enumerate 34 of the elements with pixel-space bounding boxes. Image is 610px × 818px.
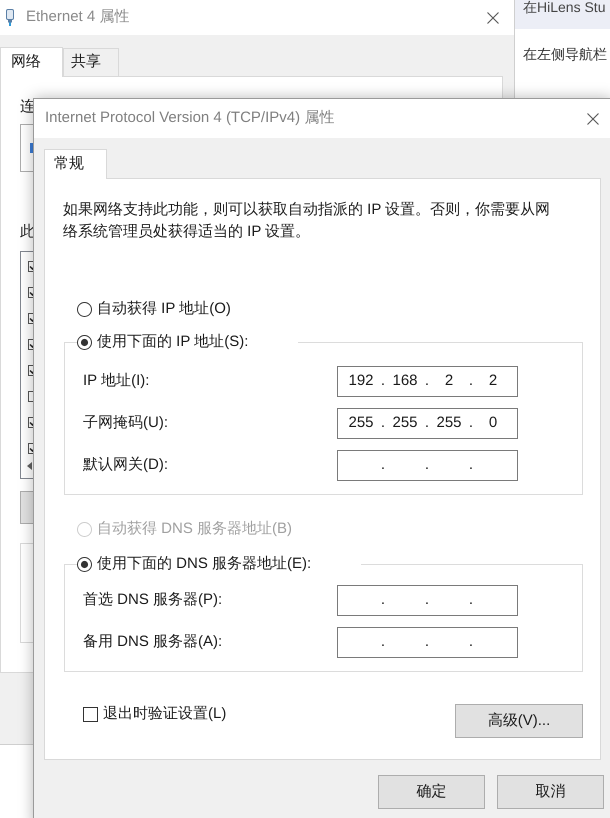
bar-icon <box>30 143 33 153</box>
ip-address-field[interactable]: . . . <box>337 585 518 616</box>
window-title: Ethernet 4 属性 <box>26 7 130 28</box>
checkbox-option[interactable]: 退出时验证设置(L) <box>83 704 226 724</box>
ip-address-field[interactable]: . . . <box>337 450 518 481</box>
radio-option[interactable]: 使用下面的 IP 地址(S): <box>77 332 248 352</box>
radio-icon[interactable] <box>77 556 92 572</box>
header-text: 在HiLens Stu <box>522 0 606 14</box>
ok-button[interactable]: 确定 <box>378 775 485 809</box>
cancel-button[interactable]: 取消 <box>497 775 604 809</box>
tab[interactable]: 常规 <box>44 149 107 179</box>
checkbox-icon[interactable] <box>83 706 98 722</box>
radio-icon[interactable] <box>77 334 92 350</box>
field-label: IP 地址(I): <box>83 371 150 392</box>
radio-option[interactable]: 使用下面的 DNS 服务器地址(E): <box>77 554 312 574</box>
close-icon[interactable] <box>587 112 599 124</box>
description-text: 如果网络支持此功能，则可以获取自动指派的 IP 设置。否则，你需要从网络系统管理员处获得适当的 IP 设置。 <box>63 200 552 242</box>
radio-option[interactable]: 自动获得 IP 地址(O) <box>77 299 231 319</box>
radio-icon[interactable] <box>77 302 92 316</box>
ip-address-field[interactable]: . . . <box>337 627 518 658</box>
ip-address-field[interactable]: 192 . 168 . 2 . 2 <box>337 366 518 397</box>
field-label: 默认网关(D): <box>83 455 169 476</box>
tab[interactable]: 共享 <box>63 48 119 76</box>
field-label: 首选 DNS 服务器(P): <box>83 590 224 610</box>
close-icon[interactable] <box>487 12 499 24</box>
tab[interactable]: 网络 <box>0 47 63 77</box>
field-label: 备用 DNS 服务器(A): <box>83 632 224 652</box>
dialog-title: Internet Protocol Version 4 (TCP/IPv4) 属性 <box>44 108 334 128</box>
advanced-button[interactable]: 高级(V)... <box>455 704 583 738</box>
field-label: 子网掩码(U): <box>83 413 169 434</box>
plug-icon <box>4 9 16 26</box>
left-arrow-icon[interactable] <box>27 462 32 470</box>
ip-address-field[interactable]: 255 . 255 . 255 . 0 <box>337 408 518 439</box>
body-text: 在左侧导航栏 <box>523 45 607 63</box>
